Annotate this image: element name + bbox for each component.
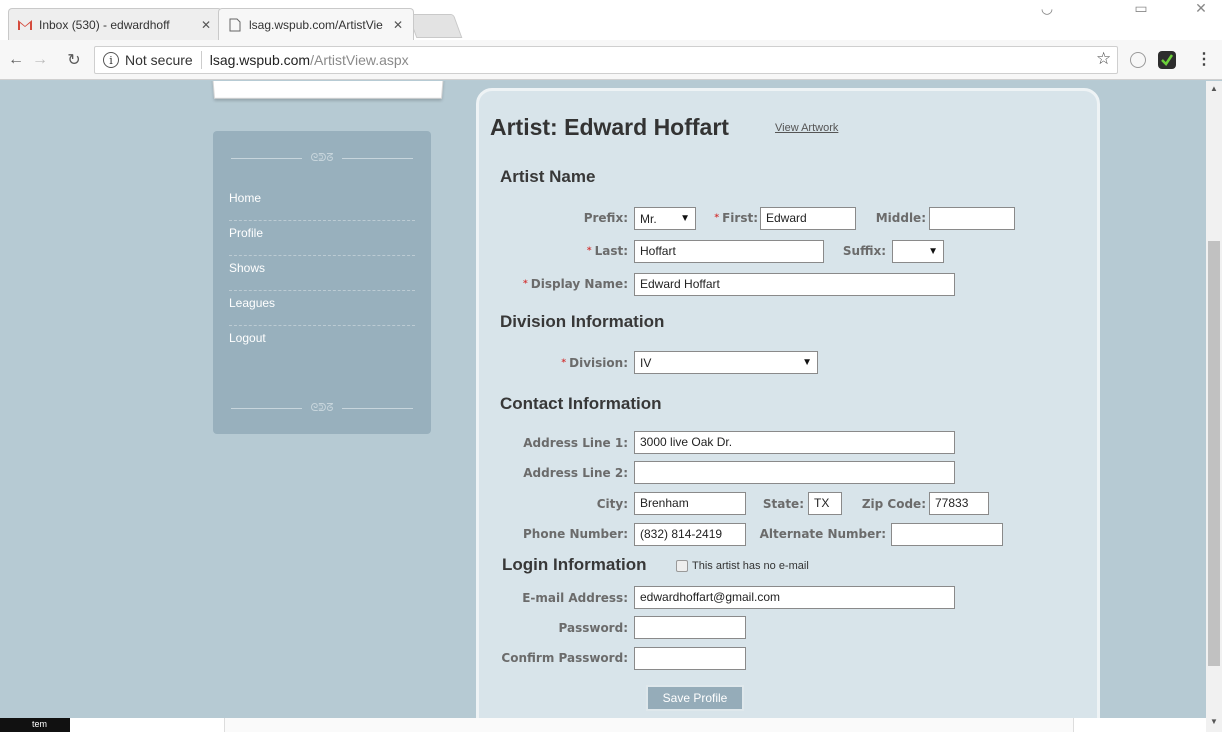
sidebar-item-logout[interactable]: Logout [229,326,415,361]
view-artwork-link[interactable]: View Artwork [775,122,838,134]
first-label: * First: [714,211,758,225]
last-label: * Last: [586,244,628,258]
ornament-divider-bottom: ᘓᕲᘔ [231,401,413,415]
tab-title: lsag.wspub.com/ArtistVie [249,17,383,32]
chevron-down-icon: ▼ [928,246,938,257]
confirm-password-field[interactable] [634,647,746,670]
suffix-label: Suffix: [842,244,886,258]
prefix-label: Prefix: [583,211,628,225]
close-tab-icon[interactable]: ✕ [199,18,213,32]
address2-label: Address Line 2: [523,466,628,480]
page-icon [227,17,243,33]
phone-field[interactable]: (832) 814-2419 [634,523,746,546]
header-card-decoration [211,81,445,99]
reload-icon[interactable]: ↻ [64,50,84,70]
zip-label: Zip Code: [861,497,926,511]
forward-icon[interactable]: → [30,50,50,70]
section-contact: Contact Information [500,394,662,413]
gmail-icon [17,17,33,33]
url-path: /ArtistView.aspx [310,52,409,68]
first-name-field[interactable]: Edward [760,207,856,230]
sidebar-item-shows[interactable]: Shows [229,256,415,291]
middle-label: Middle: [875,211,926,225]
middle-name-field[interactable] [929,207,1015,230]
new-tab-button[interactable] [407,14,463,38]
sidebar-nav: ᘓᕲᘔ Home Profile Shows Leagues Logout ᘓᕲ… [213,131,431,434]
tab-artist-view[interactable]: lsag.wspub.com/ArtistVie ✕ [218,8,414,40]
section-login: Login Information [502,555,647,574]
zip-field[interactable]: 77833 [929,492,989,515]
prefix-select[interactable]: Mr. ▼ [634,207,696,230]
last-name-field[interactable]: Hoffart [634,240,824,263]
page-title: Artist: Edward Hoffart [490,114,729,140]
tab-title: Inbox (530) - edwardhoff [39,17,170,32]
tab-gmail-inbox[interactable]: Inbox (530) - edwardhoff ✕ [8,8,222,40]
extension-check-icon[interactable] [1158,51,1176,69]
section-artist-name: Artist Name [500,167,596,186]
back-icon[interactable]: ← [6,50,26,70]
bookmark-star-icon[interactable]: ☆ [1096,49,1111,69]
sidebar-item-leagues[interactable]: Leagues [229,291,415,326]
url-bar[interactable]: i Not secure lsag.wspub.com/ArtistView.a… [94,46,1118,74]
confirm-password-label: Confirm Password: [501,651,628,665]
url-host: lsag.wspub.com [209,52,311,68]
alternate-number-field[interactable] [891,523,1003,546]
email-label: E-mail Address: [522,591,628,605]
scroll-up-icon[interactable]: ▲ [1206,81,1222,97]
url-divider [200,51,202,69]
browser-tabstrip: Inbox (530) - edwardhoff ✕ lsag.wspub.co… [0,0,1222,40]
sidebar-item-profile[interactable]: Profile [229,221,415,256]
close-tab-icon[interactable]: ✕ [391,18,405,32]
chevron-down-icon: ▼ [680,213,690,224]
display-name-field[interactable]: Edward Hoffart [634,273,955,296]
ornament-divider-top: ᘓᕲᘔ [231,151,413,165]
taskbar-fragment: tem [0,718,70,732]
address2-field[interactable] [634,461,955,484]
division-select[interactable]: IV ▼ [634,351,818,374]
section-division: Division Information [500,312,665,331]
city-field[interactable]: Brenham [634,492,746,515]
more-menu-icon[interactable]: ⋮ [1196,49,1212,69]
bottom-strip: tem [0,718,1206,732]
no-email-checkbox[interactable] [676,560,688,572]
scrollbar-thumb[interactable] [1208,241,1220,666]
close-window-icon[interactable]: ✕ [1186,0,1216,17]
address1-label: Address Line 1: [523,436,628,450]
nav-list: Home Profile Shows Leagues Logout [229,186,415,361]
info-icon[interactable]: i [103,52,119,68]
sidebar-item-home[interactable]: Home [229,186,415,221]
extension-icon[interactable] [1130,52,1146,68]
status-area [224,718,1074,732]
address1-field[interactable]: 3000 live Oak Dr. [634,431,955,454]
city-label: City: [596,497,628,511]
password-label: Password: [558,621,629,635]
address-bar-row: ← → ↻ i Not secure lsag.wspub.com/Artist… [0,40,1222,80]
state-field[interactable]: TX [808,492,842,515]
chevron-down-icon: ▼ [802,357,812,368]
display-name-label: * Display Name: [523,277,628,291]
state-label: State: [762,497,804,511]
minimize-icon[interactable]: ◡ [1032,0,1062,17]
password-field[interactable] [634,616,746,639]
security-status: Not secure [125,52,193,68]
phone-label: Phone Number: [523,527,628,541]
alternate-number-label: Alternate Number: [759,527,886,541]
suffix-select[interactable]: ▼ [892,240,944,263]
save-profile-button[interactable]: Save Profile [646,685,744,711]
vertical-scrollbar[interactable]: ▲ ▼ [1206,81,1222,732]
division-label: * Division: [561,356,628,370]
email-field[interactable]: edwardhoffart@gmail.com [634,586,955,609]
scroll-down-icon[interactable]: ▼ [1206,714,1222,730]
maximize-icon[interactable]: ▭ [1126,0,1156,17]
no-email-label: This artist has no e-mail [692,560,809,572]
page-viewport: ᘓᕲᘔ Home Profile Shows Leagues Logout ᘓᕲ… [0,81,1206,732]
